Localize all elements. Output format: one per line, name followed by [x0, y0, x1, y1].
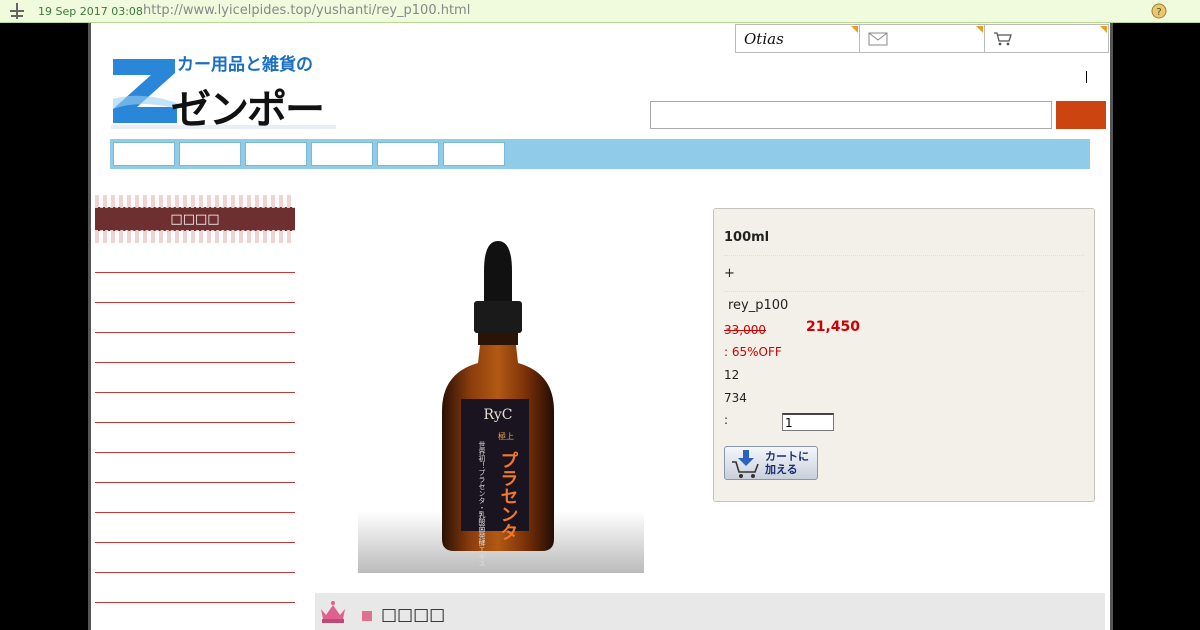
section-heading: □□□□	[315, 593, 1105, 630]
logo-tagline: カー用品と雑貨の	[177, 55, 313, 75]
search-input[interactable]	[650, 101, 1052, 129]
main-nav	[110, 139, 1090, 169]
sidebar-heading-label: □□□□	[95, 207, 295, 231]
sidebar-item[interactable]	[95, 243, 295, 273]
quantity-row: :	[724, 413, 1084, 433]
quantity-label: :	[724, 413, 729, 427]
product-info-box: 100ml + rey_p100 33,000 21,450 : 65%OFF …	[713, 208, 1095, 502]
archived-url[interactable]: http://www.lyicelpides.top/yushanti/rey_…	[143, 3, 470, 18]
lace-decoration	[95, 195, 295, 207]
bottle-brand: RyC	[484, 407, 513, 423]
product-value-1: 12	[724, 368, 740, 382]
product-option: +	[724, 266, 1084, 292]
nav-item[interactable]	[311, 142, 373, 166]
bottle-subtitle: 世界初！プラセンタ・乳酸菌発酵エキス	[478, 440, 486, 567]
lace-decoration	[95, 231, 295, 243]
wayback-logo-icon[interactable]	[8, 3, 26, 19]
search-button[interactable]	[1056, 101, 1106, 129]
price-row: 33,000 21,450	[724, 319, 1084, 339]
product-code: rey_p100	[728, 298, 789, 313]
nav-item[interactable]	[245, 142, 307, 166]
text-cursor	[1111, 71, 1113, 83]
add-to-cart-label: カートに 加える	[765, 450, 809, 476]
sidebar-item[interactable]	[95, 363, 295, 393]
product-name: 100ml	[724, 230, 1084, 256]
top-link-cart[interactable]	[985, 25, 1108, 52]
nav-item[interactable]	[377, 142, 439, 166]
crown-icon	[321, 601, 345, 623]
corner-mark	[1099, 26, 1107, 33]
bottle-name: プラセンタ	[498, 451, 519, 541]
corner-mark	[851, 26, 859, 33]
discount-label: : 65%OFF	[724, 345, 782, 359]
section-title: □□□□	[381, 605, 446, 625]
sidebar-item[interactable]	[95, 423, 295, 453]
add-to-cart-button[interactable]: カートに 加える	[724, 446, 818, 480]
mail-icon	[868, 32, 888, 45]
product-value-2: 734	[724, 391, 747, 405]
sidebar-item[interactable]	[95, 453, 295, 483]
bottle-grade: 極上	[498, 431, 514, 441]
sidebar-item[interactable]	[95, 483, 295, 513]
top-links: Otias	[735, 24, 1109, 53]
cart-icon	[993, 31, 1012, 45]
text-cursor	[1086, 71, 1087, 83]
help-icon[interactable]: ?	[1150, 2, 1168, 20]
nav-item[interactable]	[113, 142, 175, 166]
sidebar-item[interactable]	[95, 273, 295, 303]
original-price: 33,000	[724, 323, 766, 337]
top-link-brand[interactable]: Otias	[736, 25, 861, 52]
bullet-square	[362, 611, 372, 621]
svg-text:?: ?	[1156, 7, 1161, 18]
sidebar-item[interactable]	[95, 513, 295, 543]
sale-price: 21,450	[806, 319, 861, 335]
sidebar-item[interactable]	[95, 393, 295, 423]
top-link-mail[interactable]	[860, 25, 985, 52]
nav-item[interactable]	[179, 142, 241, 166]
sidebar-item[interactable]	[95, 543, 295, 573]
quantity-input[interactable]	[782, 413, 834, 431]
sidebar-list	[95, 243, 295, 603]
nav-item[interactable]	[443, 142, 505, 166]
wayback-toolbar: 19 Sep 2017 03:08 http://www.lyicelpides…	[0, 0, 1200, 23]
corner-mark	[975, 26, 983, 33]
sidebar-item[interactable]	[95, 303, 295, 333]
sidebar-item[interactable]	[95, 333, 295, 363]
capture-date: 19 Sep 2017 03:08	[38, 5, 143, 18]
brand-logo: Otias	[744, 29, 784, 48]
cart-download-icon	[732, 450, 759, 478]
sidebar-item[interactable]	[95, 573, 295, 603]
product-image[interactable]: RyC 極上 プラセンタ 世界初！プラセンタ・乳酸菌発酵エキス	[358, 211, 644, 573]
page-frame: カー用品と雑貨の ゼンポー Otias □□□□ RyC 極上 プラセンタ 世界…	[88, 23, 1113, 630]
sidebar-heading: □□□□	[95, 195, 295, 243]
logo-name: ゼンポー	[171, 87, 325, 133]
